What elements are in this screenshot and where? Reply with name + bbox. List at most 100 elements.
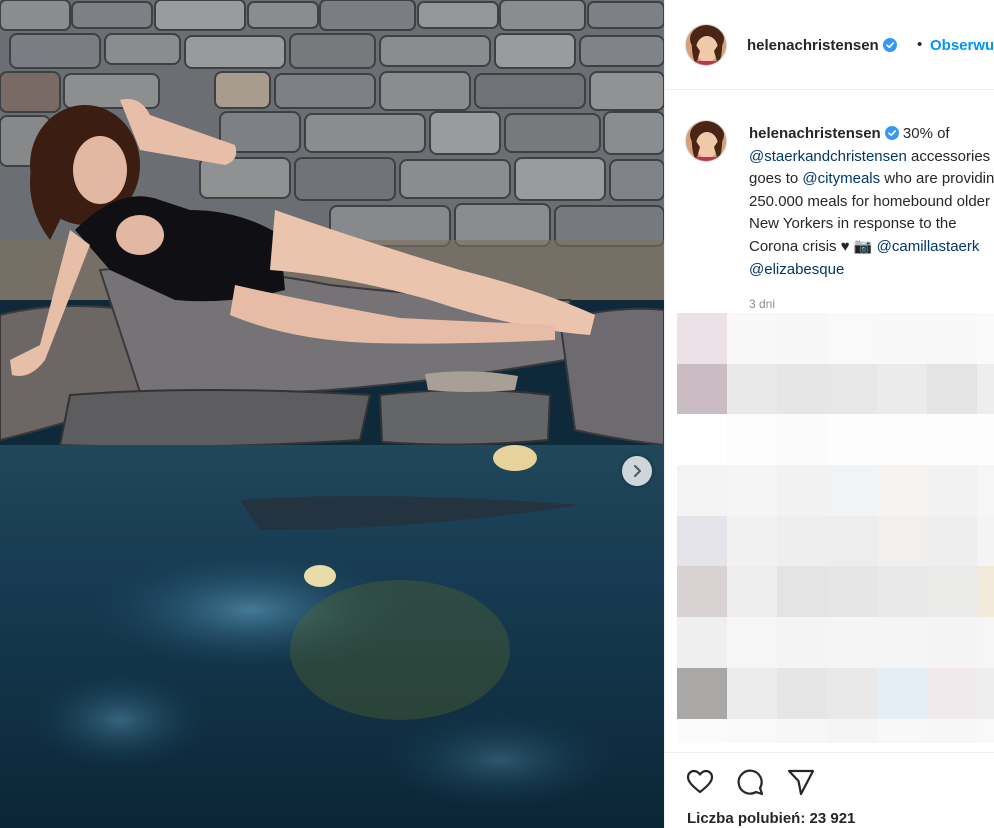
blur-cell <box>927 566 977 618</box>
likes-count[interactable]: Liczba polubień: 23 921 <box>687 810 855 827</box>
blur-cell <box>727 667 777 719</box>
header-username[interactable]: helenachristensen <box>747 37 897 54</box>
caption-text-segment: 30% of <box>902 125 950 142</box>
blur-cell <box>777 566 827 618</box>
blur-cell <box>727 515 777 567</box>
blur-cell <box>827 718 877 743</box>
caption-line: helenachristensen 30% of <box>749 123 994 146</box>
blur-cell <box>877 718 927 743</box>
blur-cell <box>677 566 727 618</box>
post-timestamp[interactable]: 3 dni <box>749 297 775 311</box>
blur-cell <box>977 617 994 668</box>
blur-cell <box>777 667 827 719</box>
comment-icon <box>737 769 764 796</box>
blur-cell <box>777 718 827 743</box>
blur-cell <box>977 313 994 364</box>
avatar-image <box>686 121 726 161</box>
photo-scene <box>0 0 664 828</box>
blur-cell <box>927 617 977 668</box>
post-photo[interactable] <box>0 0 664 828</box>
caption-line: 250.000 meals for homebound older <box>749 191 994 214</box>
blur-cell <box>777 363 827 415</box>
post-header: helenachristensen • Obserwuj <box>665 0 994 90</box>
blur-cell <box>727 313 777 364</box>
blur-cell <box>977 566 994 618</box>
blur-cell <box>877 465 927 516</box>
avatar[interactable] <box>685 120 727 162</box>
blur-cell <box>827 363 877 415</box>
blur-cell <box>977 465 994 516</box>
blur-cell <box>677 515 727 567</box>
post-side-panel: helenachristensen • Obserwuj helenachris… <box>664 0 994 828</box>
blur-cell <box>677 414 727 466</box>
chevron-right-icon <box>634 465 641 477</box>
blur-cell <box>777 414 827 466</box>
blur-cell <box>927 465 977 516</box>
blur-cell <box>927 515 977 567</box>
avatar[interactable] <box>685 24 727 66</box>
heart-icon <box>686 769 714 794</box>
blur-cell <box>877 414 927 466</box>
caption-text-segment: goes to <box>749 170 803 188</box>
blur-cell <box>827 515 877 567</box>
blur-cell <box>827 667 877 719</box>
blur-cell <box>727 566 777 618</box>
share-button[interactable] <box>786 767 816 797</box>
blur-cell <box>927 363 977 415</box>
blur-cell <box>977 718 994 743</box>
blur-cell <box>777 617 827 668</box>
blur-cell <box>727 414 777 466</box>
comment-button[interactable] <box>735 767 765 797</box>
header-separator: • <box>917 36 923 53</box>
blur-cell <box>877 313 927 364</box>
like-button[interactable] <box>685 767 715 797</box>
blur-cell <box>727 718 777 743</box>
blur-cell <box>827 617 877 668</box>
caption-comment: helenachristensen 30% of @staerkandchrist… <box>665 90 994 316</box>
blur-cell <box>977 363 994 415</box>
blur-cell <box>727 465 777 516</box>
blur-cell <box>677 313 727 364</box>
blurred-comments <box>677 313 994 743</box>
verified-badge-icon <box>884 126 899 140</box>
caption-text-segment: Corona crisis ♥ 📷 <box>749 237 877 255</box>
caption-line: Corona crisis ♥ 📷 @camillastaerk <box>749 236 994 259</box>
caption-mention-link[interactable]: @camillastaerk <box>877 238 980 255</box>
blur-cell <box>977 515 994 567</box>
share-icon <box>787 769 815 796</box>
caption-mention-link[interactable]: @elizabesque <box>749 261 844 278</box>
caption-username[interactable]: helenachristensen <box>749 125 881 142</box>
caption-text: helenachristensen 30% of @staerkandchrist… <box>749 123 994 281</box>
blur-cell <box>677 465 727 516</box>
caption-text-segment: New Yorkers in response to the <box>749 215 957 233</box>
blur-cell <box>677 617 727 668</box>
verified-badge-icon <box>882 38 897 52</box>
carousel-next-button[interactable] <box>622 456 652 486</box>
blur-cell <box>777 465 827 516</box>
blur-cell <box>877 566 927 618</box>
blur-cell <box>977 414 994 466</box>
caption-text-segment: who are providing <box>880 170 994 188</box>
caption-mention-link[interactable]: @citymeals <box>802 170 880 187</box>
post-actions: Liczba polubień: 23 921 <box>665 752 994 828</box>
caption-line: New Yorkers in response to the <box>749 213 994 236</box>
avatar-image <box>686 25 726 65</box>
blur-cell <box>677 667 727 719</box>
blur-cell <box>827 465 877 516</box>
blur-cell <box>927 313 977 364</box>
caption-text-segment: accessories <box>906 147 991 165</box>
blur-cell <box>927 667 977 719</box>
follow-button[interactable]: Obserwuj <box>930 37 994 54</box>
blur-cell <box>877 363 927 415</box>
blur-cell <box>727 363 777 415</box>
blur-cell <box>677 363 727 415</box>
caption-mention-link[interactable]: @staerkandchristensen <box>749 148 907 165</box>
blur-cell <box>927 718 977 743</box>
caption-line: goes to @citymeals who are providing <box>749 168 994 191</box>
blur-cell <box>977 667 994 719</box>
blur-cell <box>777 313 827 364</box>
blur-cell <box>877 617 927 668</box>
blur-cell <box>827 566 877 618</box>
caption-text-segment: 250.000 meals for homebound older <box>749 192 990 210</box>
blur-cell <box>777 515 827 567</box>
